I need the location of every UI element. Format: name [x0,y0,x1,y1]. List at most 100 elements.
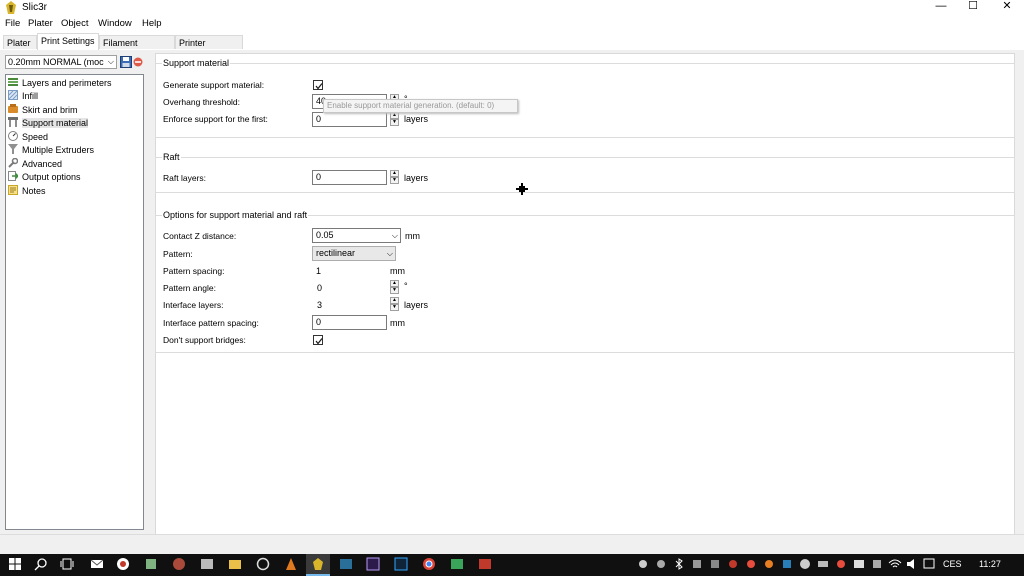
app-icon-2[interactable] [144,557,158,571]
app-icon-5[interactable] [256,557,270,571]
chrome-icon[interactable] [422,557,436,571]
interface-spacing-label: Interface pattern spacing: [163,318,259,328]
category-support-material[interactable]: Support material [8,117,89,130]
spin-down-icon[interactable]: ▼ [390,119,399,126]
photoshop-icon[interactable] [394,557,408,571]
status-bar [0,534,1024,555]
app-icon-4[interactable] [200,557,214,571]
app-icon-3[interactable] [172,557,186,571]
delete-icon[interactable] [133,57,143,67]
app-icon-1[interactable] [116,557,130,571]
tab-printer-settings[interactable]: Printer Settings [175,35,243,62]
mail-icon[interactable] [90,557,104,571]
language-indicator[interactable]: CES [943,559,962,569]
tray-icon-8[interactable] [780,557,794,571]
category-skirt-and-brim[interactable]: Skirt and brim [8,104,78,117]
pattern-spacing-input[interactable]: 1 [316,266,321,276]
app-icon-7[interactable] [339,557,353,571]
contact-z-dropdown[interactable]: 0.05 ⌵ [312,228,401,243]
pattern-label: Pattern: [163,249,193,259]
minimize-button[interactable]: — [926,0,956,15]
spin-up-icon[interactable]: ▲ [390,280,399,287]
enforce-support-spinner[interactable]: ▲ ▼ [390,112,399,127]
interface-spacing-unit: mm [390,318,405,328]
tray-icon-2[interactable] [654,557,668,571]
funnel-icon [8,144,18,154]
app-icon-8[interactable] [450,557,464,571]
task-view-icon[interactable] [60,557,74,571]
category-multiple-extruders[interactable]: Multiple Extruders [8,144,94,157]
pattern-angle-unit: ° [404,281,408,291]
pattern-angle-input[interactable]: 0 [317,283,322,293]
raft-layers-spinner[interactable]: ▲ ▼ [390,170,399,185]
tab-plater[interactable]: Plater [3,35,37,49]
category-infill[interactable]: Infill [8,90,38,103]
windows-start-icon[interactable] [8,557,22,571]
category-output-options[interactable]: Output options [8,171,81,184]
tray-icon-3[interactable] [690,557,704,571]
tray-icon-1[interactable] [636,557,650,571]
search-icon[interactable] [34,557,48,571]
enforce-support-input[interactable]: 0 [312,112,387,127]
premiere-icon[interactable] [366,557,380,571]
support-material-group-title: Support material [162,58,231,68]
tray-icon-12[interactable] [870,557,884,571]
menu-object[interactable]: Object [61,18,88,29]
spin-down-icon[interactable]: ▼ [390,304,399,311]
clock[interactable]: 11:27 [979,559,1001,569]
category-speed[interactable]: Speed [8,131,48,144]
contact-z-label: Contact Z distance: [163,231,237,241]
tooltip: Enable support material generation. (def… [323,99,518,113]
pattern-spacing-unit: mm [390,266,405,276]
menu-file[interactable]: File [5,18,20,29]
tray-icon-6[interactable] [744,557,758,571]
app-icon-9[interactable] [478,557,492,571]
spin-up-icon[interactable]: ▲ [390,112,399,119]
maximize-button[interactable]: ☐ [958,0,988,15]
menu-window[interactable]: Window [98,18,132,29]
save-icon[interactable] [120,56,132,68]
chevron-down-icon: ⌵ [391,231,398,240]
tray-icon-5[interactable] [726,557,740,571]
app-icon-6[interactable] [284,557,298,571]
wifi-icon[interactable] [888,557,902,571]
options-group-title: Options for support material and raft [162,210,309,220]
spin-up-icon[interactable]: ▲ [390,170,399,177]
preset-dropdown[interactable]: 0.20mm NORMAL (moc ⌵ [5,55,117,69]
move-cursor-icon [516,183,528,195]
spin-up-icon[interactable]: ▲ [390,297,399,304]
tray-icon-9[interactable] [816,557,830,571]
overhang-threshold-label: Overhang threshold: [163,97,241,107]
category-advanced[interactable]: Advanced [8,158,62,171]
generate-support-checkbox[interactable] [313,80,323,90]
tray-icon-7[interactable] [762,557,776,571]
spin-down-icon[interactable]: ▼ [390,287,399,294]
preset-value: 0.20mm NORMAL (moc [8,57,104,67]
dont-support-bridges-checkbox[interactable] [313,335,323,345]
tab-filament-settings[interactable]: Filament Settings [99,35,175,62]
menu-help[interactable]: Help [142,18,162,29]
interface-spacing-input[interactable]: 0 [312,315,387,330]
tray-icon-11[interactable] [852,557,866,571]
pattern-angle-spinner[interactable]: ▲ ▼ [390,280,399,295]
raft-layers-input[interactable]: 0 [312,170,387,185]
spin-down-icon[interactable]: ▼ [390,177,399,184]
tab-print-settings[interactable]: Print Settings [37,33,99,50]
category-notes[interactable]: Notes [8,185,46,198]
tray-icon-4[interactable] [708,557,722,571]
notes-icon [8,185,18,195]
interface-layers-input[interactable]: 3 [317,300,322,310]
slic3r-logo-icon [6,1,16,14]
folder-icon[interactable] [228,557,242,571]
notification-icon[interactable] [922,557,936,571]
interface-layers-spinner[interactable]: ▲ ▼ [390,297,399,312]
volume-icon[interactable] [905,557,919,571]
pattern-select[interactable]: rectilinear ⌵ [312,246,396,261]
steam-icon[interactable] [798,557,812,571]
tray-icon-10[interactable] [834,557,848,571]
menu-plater[interactable]: Plater [28,18,53,29]
category-layers-and-perimeters[interactable]: Layers and perimeters [8,77,112,90]
bluetooth-icon[interactable] [672,557,686,571]
dont-support-bridges-label: Don't support bridges: [163,335,246,345]
close-button[interactable]: ✕ [992,0,1022,15]
